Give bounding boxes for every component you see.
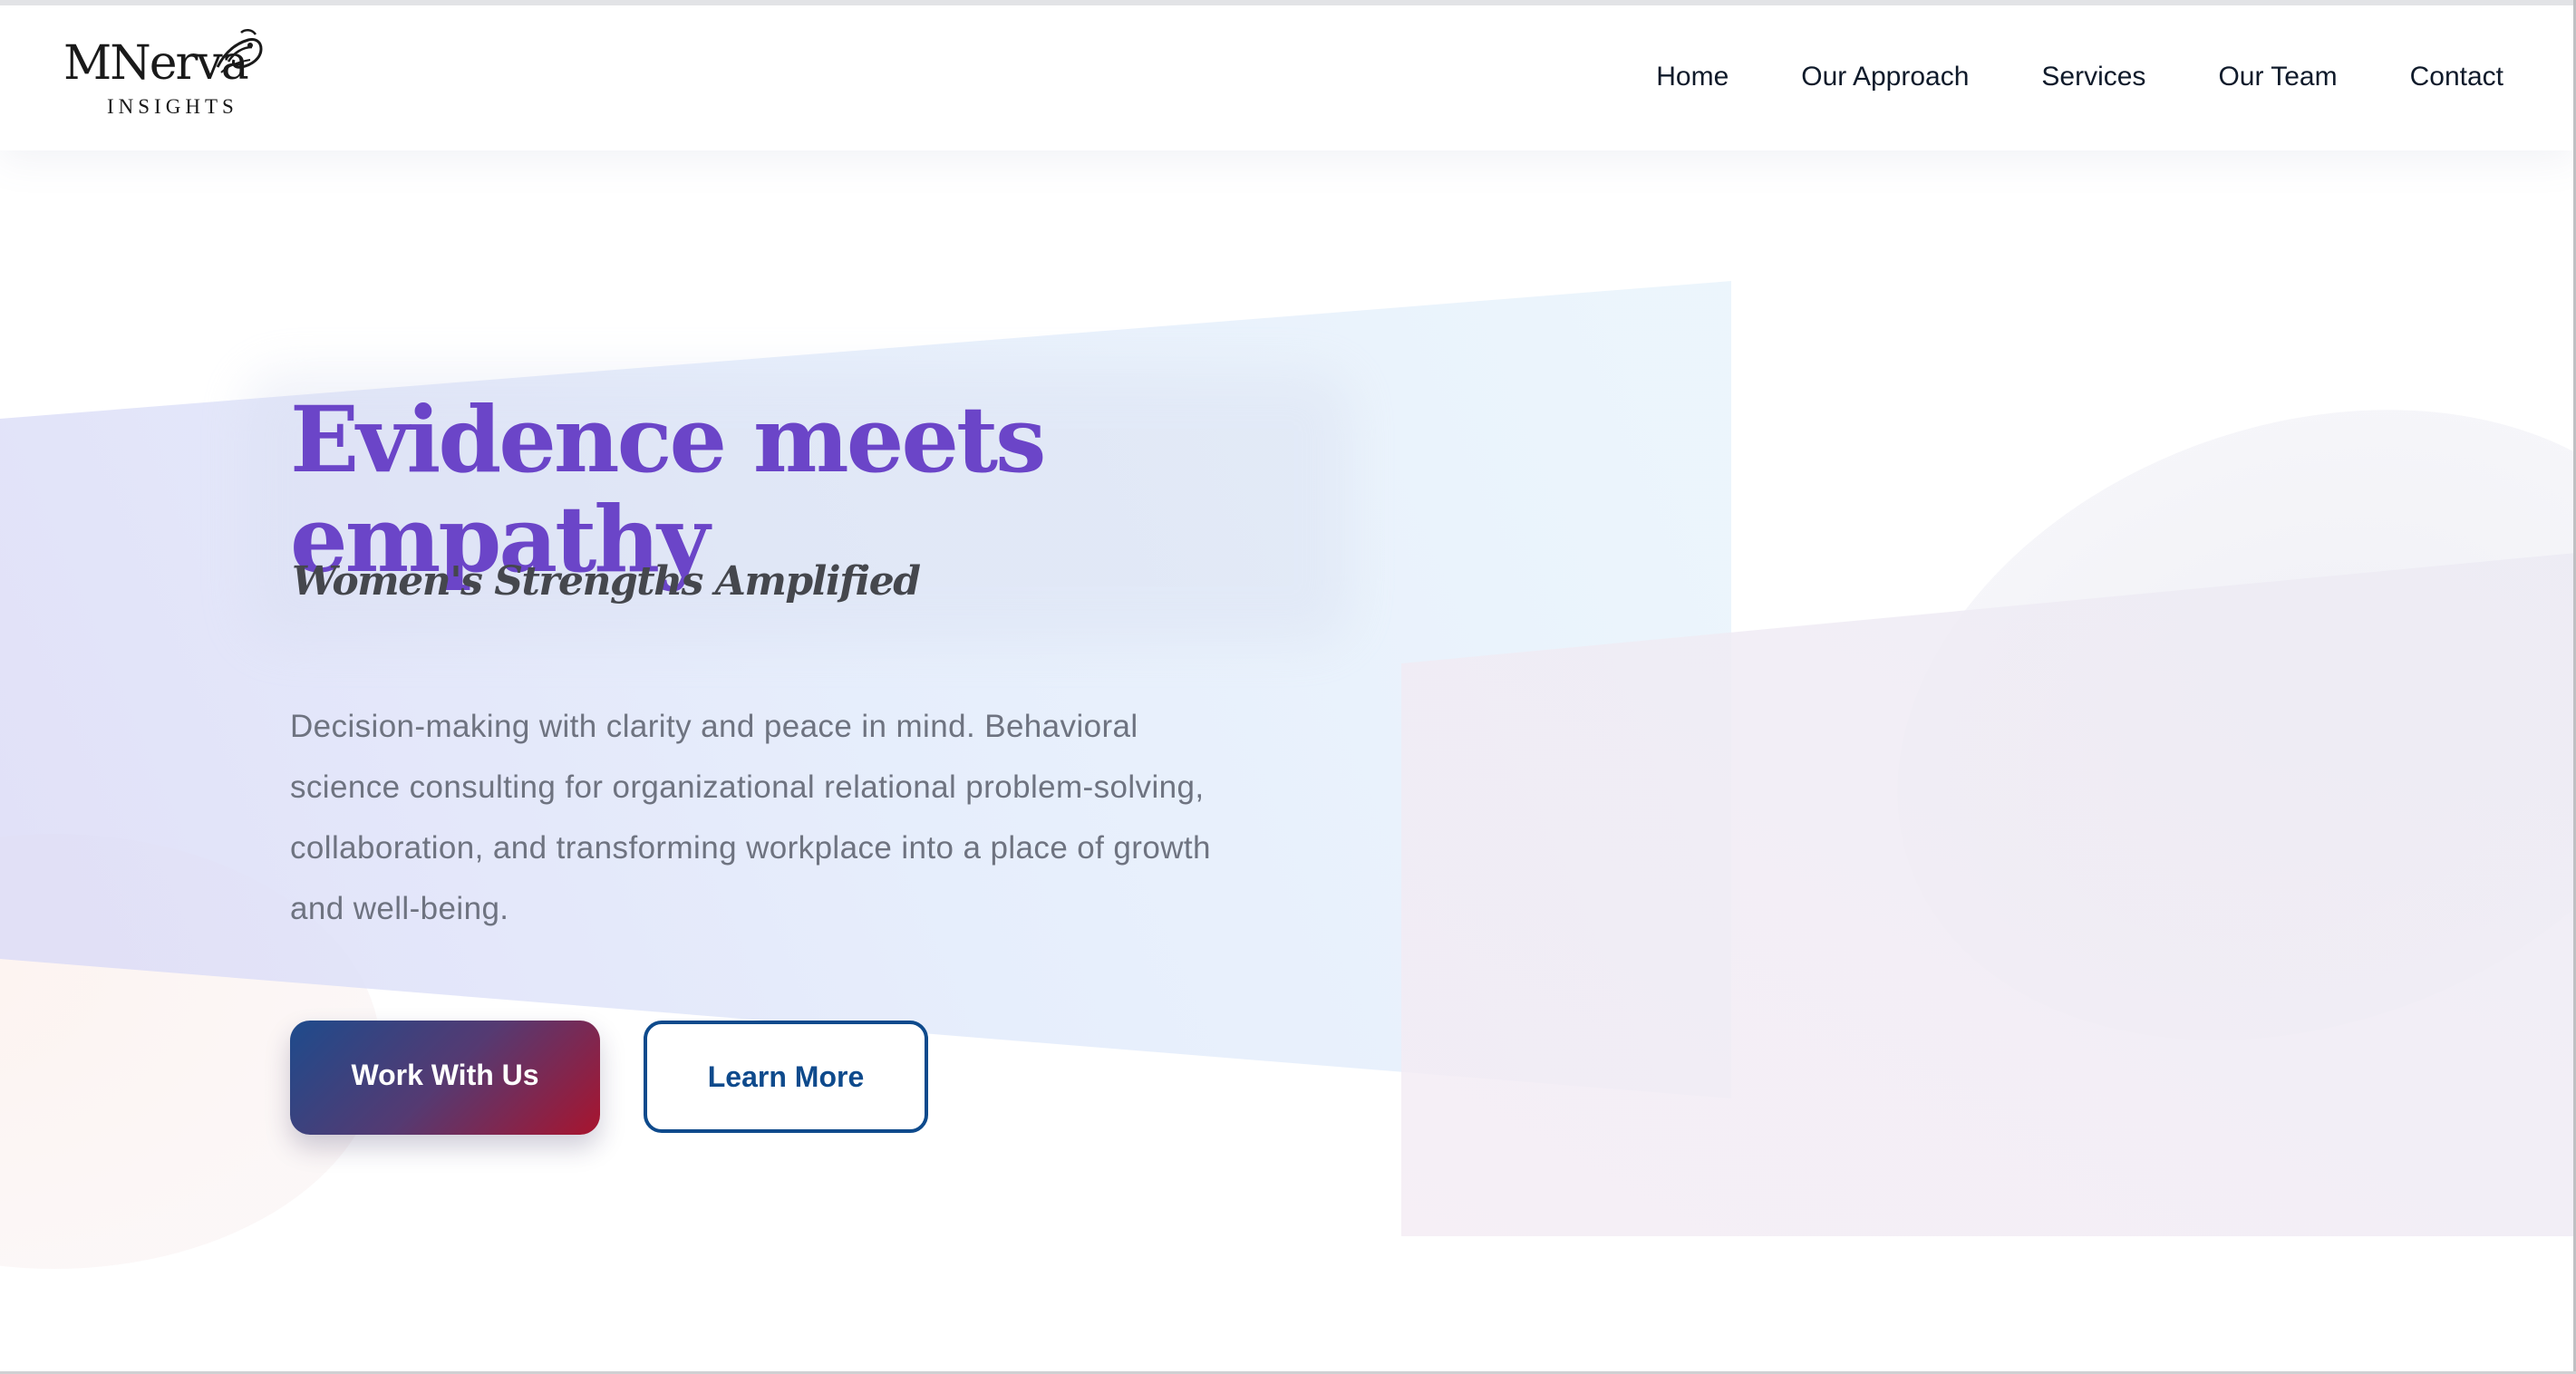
owl-logo-icon [216, 29, 263, 73]
nav-services[interactable]: Services [2041, 63, 2145, 91]
logo[interactable]: MNerva INSIGHTS [63, 25, 272, 125]
nav-contact[interactable]: Contact [2410, 63, 2503, 91]
logo-subtitle: INSIGHTS [107, 95, 238, 118]
hero-description: Decision-making with clarity and peace i… [290, 709, 1211, 926]
hero-buttons: Work With Us Learn More [290, 1021, 928, 1135]
nav-our-approach[interactable]: Our Approach [1801, 63, 1969, 91]
background-decoration [0, 281, 2576, 1269]
work-with-us-button[interactable]: Work With Us [290, 1021, 600, 1135]
hero-subtitle: Women's Strengths Amplified [292, 558, 921, 605]
pink-panel [1401, 553, 2576, 1236]
page: MNerva INSIGHTS Home Our Approach Servic… [0, 0, 2576, 1374]
nav-home[interactable]: Home [1656, 63, 1729, 91]
learn-more-button[interactable]: Learn More [644, 1021, 928, 1133]
site-header: MNerva INSIGHTS Home Our Approach Servic… [0, 5, 2576, 150]
hero-section: Evidence meets empathy Women's Strengths… [290, 390, 1468, 1135]
main-nav: Home Our Approach Services Our Team Cont… [1656, 63, 2503, 91]
top-rule [0, 0, 2576, 5]
nav-our-team[interactable]: Our Team [2218, 63, 2337, 91]
